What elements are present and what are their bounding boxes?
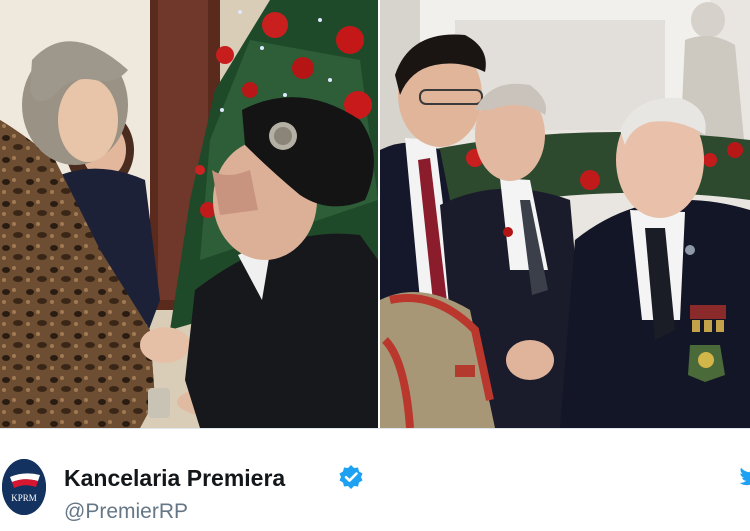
twitter-bird-icon[interactable] <box>739 465 750 487</box>
tweet-photo-right[interactable] <box>380 0 750 428</box>
verified-badge-icon <box>338 464 364 490</box>
author-handle[interactable]: @PremierRP <box>64 500 188 524</box>
profile-avatar[interactable]: KPRM <box>2 459 46 515</box>
tweet-author-header: KPRM Kancelaria Premiera @PremierRP <box>0 428 750 531</box>
author-display-name[interactable]: Kancelaria Premiera <box>64 465 285 492</box>
tweet-photo-left[interactable] <box>0 0 378 428</box>
tweet-photo-grid <box>0 0 750 428</box>
avatar-text: KPRM <box>11 493 37 503</box>
